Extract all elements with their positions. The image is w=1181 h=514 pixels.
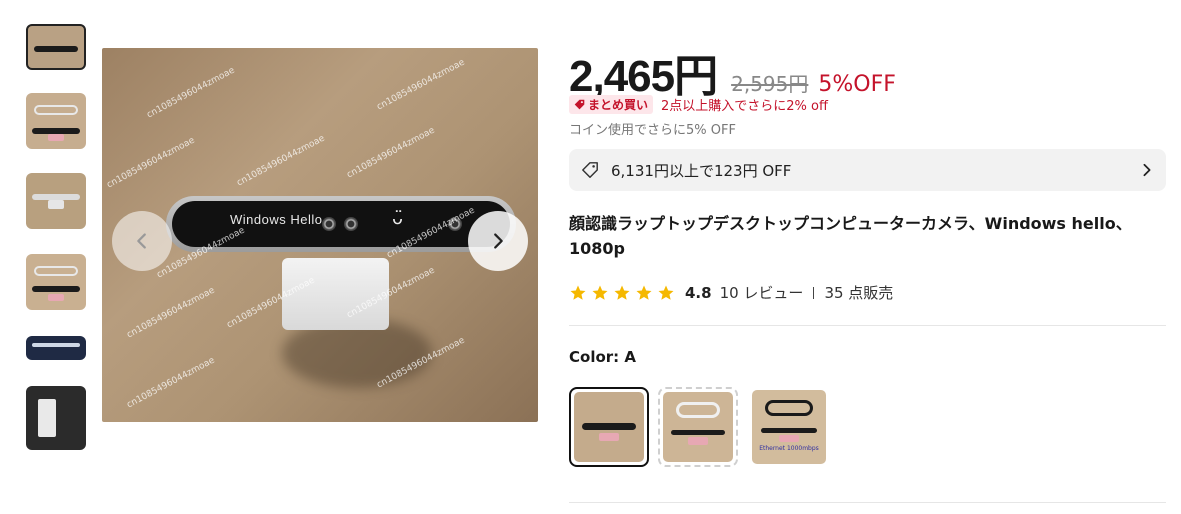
- watermark: cn1085496044zmoae: [105, 135, 197, 191]
- separator: [813, 286, 815, 299]
- box-shape: [599, 432, 619, 441]
- swatch-image: [663, 392, 733, 462]
- divider: [569, 325, 1166, 326]
- discount-label: 5%OFF: [818, 72, 896, 97]
- original-price: 2,595円: [731, 72, 809, 96]
- star-icon: [570, 285, 586, 300]
- watermark: cn1085496044zmoae: [235, 133, 327, 189]
- product-title: 顔認識ラップトップデスクトップコンピューターカメラ、Windows hello、…: [569, 214, 1132, 258]
- camera-lens: [322, 217, 336, 231]
- camera-shape: [760, 428, 818, 434]
- rating-row[interactable]: 4.8 10 レビュー 35 点販売: [569, 282, 893, 303]
- thumbnail-1[interactable]: [26, 24, 86, 70]
- thumbnail-4[interactable]: [26, 254, 86, 310]
- next-image-button[interactable]: [468, 211, 528, 271]
- sold-count: 35 点販売: [824, 284, 894, 302]
- stand-shape: [47, 199, 65, 209]
- swatch-image: Ethernet 1000mbps: [752, 390, 826, 464]
- chevron-right-icon: [1143, 163, 1151, 177]
- color-option-b[interactable]: [658, 387, 738, 467]
- watermark: cn1085496044zmoae: [145, 65, 237, 121]
- star-rating: [569, 284, 679, 302]
- camera-shape: [32, 286, 80, 293]
- coupon-text: 6,131円以上で123円 OFF: [611, 161, 792, 180]
- bundle-text: 2点以上購入でさらに2% off: [661, 99, 828, 114]
- device-label: Windows Hello: [230, 212, 323, 227]
- camera-shape: [32, 127, 80, 134]
- cable-shape: [34, 266, 78, 277]
- star-icon: [636, 285, 652, 300]
- thumbnail-3[interactable]: [26, 173, 86, 229]
- swatch-image: [574, 392, 644, 462]
- cable-shape: [34, 105, 78, 116]
- bundle-promo: まとめ買い 2点以上購入でさらに2% off: [569, 95, 828, 114]
- prev-image-button[interactable]: [112, 211, 172, 271]
- color-label: Color: A: [569, 348, 636, 366]
- chevron-right-icon: [494, 233, 503, 249]
- camera-lens: [344, 217, 358, 231]
- thumbnail-6[interactable]: [26, 386, 86, 450]
- tag-icon: [582, 162, 598, 178]
- watermark: cn1085496044zmoae: [375, 57, 467, 113]
- cable-shape: [675, 401, 721, 418]
- box-shape: [47, 134, 65, 142]
- chevron-left-icon: [137, 233, 146, 249]
- thumbnail-5[interactable]: [26, 336, 86, 360]
- smile-glyph: ᴗ̈: [392, 208, 404, 229]
- camera-shape: [582, 422, 636, 430]
- mount-shape: [38, 398, 56, 438]
- tag-icon: [574, 99, 585, 110]
- bundle-badge: まとめ買い: [569, 95, 654, 114]
- watermark: cn1085496044zmoae: [125, 285, 217, 341]
- watermark: cn1085496044zmoae: [345, 125, 437, 181]
- box-shape: [688, 436, 708, 446]
- rating-value: 4.8: [685, 283, 712, 302]
- divider: [569, 502, 1166, 503]
- star-icon: [658, 285, 674, 300]
- coin-discount-text: コイン使用でさらに5% OFF: [569, 123, 736, 138]
- camera-shape: [32, 343, 80, 348]
- swatch-caption: Ethernet 1000mbps: [759, 444, 819, 452]
- thumbnail-2[interactable]: [26, 93, 86, 149]
- color-option-a[interactable]: [569, 387, 649, 467]
- watermark: cn1085496044zmoae: [125, 355, 217, 411]
- review-count[interactable]: 10 レビュー: [720, 282, 804, 303]
- cable-shape: [765, 400, 813, 417]
- star-icon: [614, 285, 630, 300]
- bundle-badge-label: まとめ買い: [588, 98, 649, 112]
- color-option-c[interactable]: Ethernet 1000mbps: [749, 387, 829, 467]
- coupon-bar[interactable]: 6,131円以上で123円 OFF: [569, 149, 1166, 191]
- camera-shape: [671, 429, 725, 435]
- thumbnail-image: [33, 46, 79, 53]
- star-icon: [592, 285, 608, 300]
- box-shape: [778, 435, 800, 442]
- box-shape: [47, 294, 65, 302]
